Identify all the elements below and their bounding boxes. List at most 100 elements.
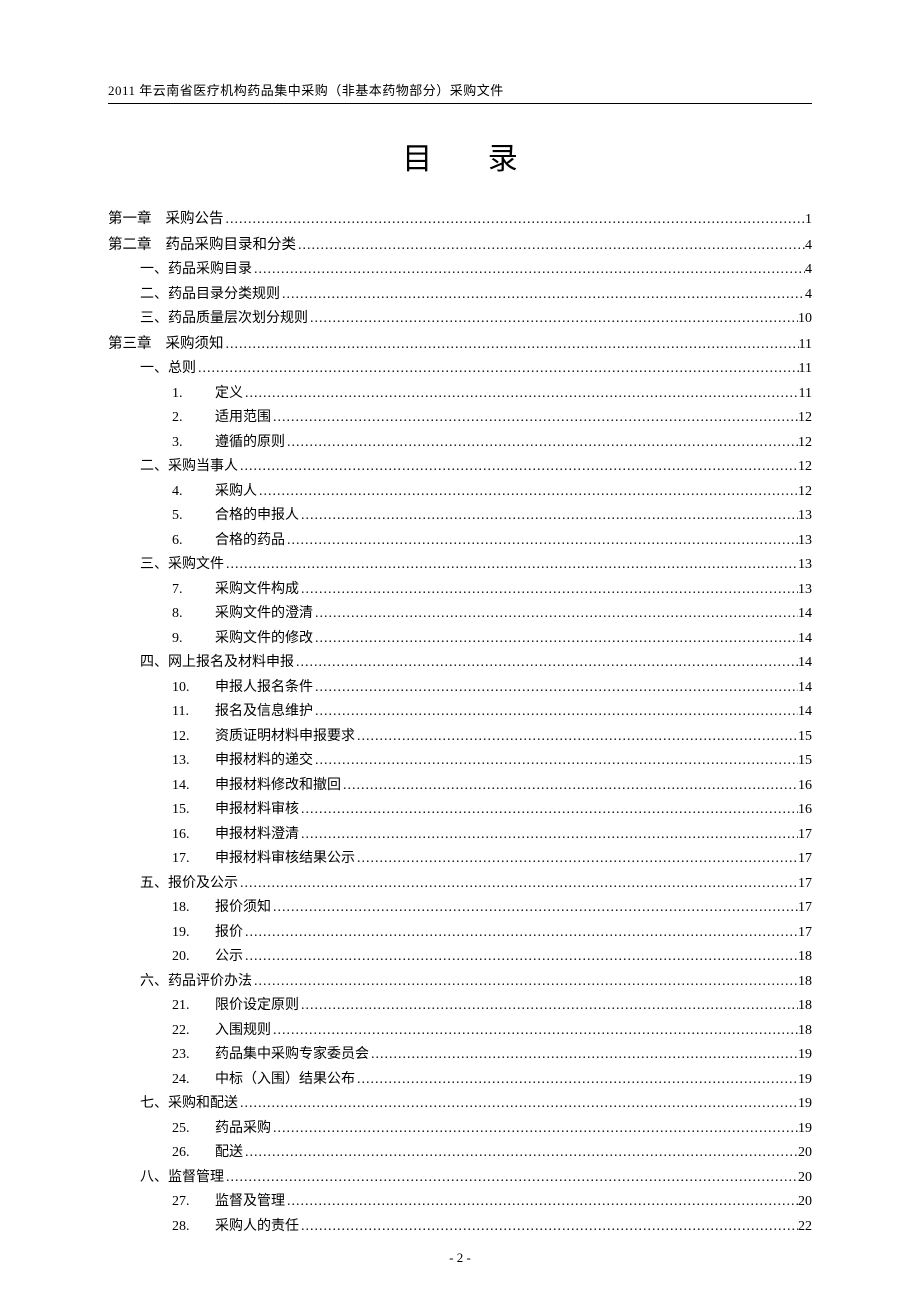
- toc-leader-dots: ........................................…: [299, 803, 798, 817]
- toc-leader-dots: ........................................…: [196, 362, 799, 376]
- toc-entry: 2. 适用范围.................................…: [108, 411, 812, 425]
- chapter-title: 采购须知: [166, 336, 224, 352]
- toc-entry-label: 20. 公示: [172, 950, 243, 964]
- toc-entry-label: 21. 限价设定原则: [172, 999, 299, 1013]
- item-number: 6.: [172, 534, 208, 548]
- toc-entry: 27. 监督及管理...............................…: [108, 1195, 812, 1209]
- item-title: 申报材料审核: [215, 802, 299, 817]
- toc-entry: 13. 申报材料的递交.............................…: [108, 754, 812, 768]
- item-title: 药品集中采购专家委员会: [215, 1047, 369, 1062]
- section-title: 六、药品评价办法: [140, 974, 252, 989]
- toc-entry-label: 25. 药品采购: [172, 1122, 271, 1136]
- toc-page-number: 14: [798, 656, 812, 670]
- toc-page-number: 19: [798, 1073, 812, 1087]
- toc-entry: 25. 药品采购................................…: [108, 1122, 812, 1136]
- toc-entry: 六、药品评价办法................................…: [108, 975, 812, 989]
- toc-leader-dots: ........................................…: [271, 1024, 798, 1038]
- toc-leader-dots: ........................................…: [313, 754, 798, 768]
- toc-entry-label: 3. 遵循的原则: [172, 436, 285, 450]
- item-title: 限价设定原则: [215, 998, 299, 1013]
- toc-entry-label: 三、药品质量层次划分规则: [140, 312, 308, 326]
- item-number: 8.: [172, 607, 208, 621]
- toc-entry-label: 八、监督管理: [140, 1171, 224, 1185]
- toc-leader-dots: ........................................…: [369, 1048, 798, 1062]
- toc-page-number: 11: [799, 338, 812, 352]
- toc-entry-label: 2. 适用范围: [172, 411, 271, 425]
- toc-entry: 5. 合格的申报人...............................…: [108, 509, 812, 523]
- item-number: 15.: [172, 803, 208, 817]
- toc-entry-label: 七、采购和配送: [140, 1097, 238, 1111]
- toc-entry: 七、采购和配送.................................…: [108, 1097, 812, 1111]
- toc-page-number: 12: [798, 411, 812, 425]
- item-title: 报价: [215, 925, 243, 940]
- toc-entry-label: 18. 报价须知: [172, 901, 271, 915]
- item-number: 5.: [172, 509, 208, 523]
- toc-page-number: 19: [798, 1122, 812, 1136]
- toc-page-number: 13: [798, 558, 812, 572]
- toc-page-number: 13: [798, 534, 812, 548]
- toc-entry-label: 22. 入围规则: [172, 1024, 271, 1038]
- toc-entry: 19. 报价..................................…: [108, 926, 812, 940]
- item-title: 申报材料澄清: [215, 827, 299, 842]
- toc-entry: 7. 采购文件构成...............................…: [108, 583, 812, 597]
- toc-leader-dots: ........................................…: [243, 387, 799, 401]
- item-number: 19.: [172, 926, 208, 940]
- section-title: 一、总则: [140, 361, 196, 376]
- section-title: 八、监督管理: [140, 1170, 224, 1185]
- toc-page-number: 19: [798, 1048, 812, 1062]
- item-title: 公示: [215, 949, 243, 964]
- toc-page-number: 14: [798, 705, 812, 719]
- toc-page-number: 17: [798, 877, 812, 891]
- toc-entry-label: 六、药品评价办法: [140, 975, 252, 989]
- toc-entry-label: 12. 资质证明材料申报要求: [172, 730, 355, 744]
- item-title: 监督及管理: [215, 1194, 285, 1209]
- toc-entry: 20. 公示..................................…: [108, 950, 812, 964]
- toc-leader-dots: ........................................…: [224, 1171, 798, 1185]
- toc-entry: 23. 药品集中采购专家委员会.........................…: [108, 1048, 812, 1062]
- item-number: 10.: [172, 681, 208, 695]
- toc-entry-label: 13. 申报材料的递交: [172, 754, 313, 768]
- toc-leader-dots: ........................................…: [280, 288, 805, 302]
- toc-leader-dots: ........................................…: [271, 1122, 798, 1136]
- section-title: 三、药品质量层次划分规则: [140, 311, 308, 326]
- toc-entry-label: 11. 报名及信息维护: [172, 705, 313, 719]
- item-number: 22.: [172, 1024, 208, 1038]
- toc-leader-dots: ........................................…: [257, 485, 798, 499]
- toc-entry: 三、药品质量层次划分规则............................…: [108, 312, 812, 326]
- toc-entry-label: 24. 中标（入围）结果公布: [172, 1073, 355, 1087]
- item-number: 26.: [172, 1146, 208, 1160]
- toc-leader-dots: ........................................…: [299, 999, 798, 1013]
- item-title: 定义: [215, 386, 243, 401]
- item-title: 采购文件的澄清: [215, 606, 313, 621]
- toc-page-number: 10: [798, 312, 812, 326]
- toc-leader-dots: ........................................…: [313, 705, 798, 719]
- toc-leader-dots: ........................................…: [355, 1073, 798, 1087]
- toc-leader-dots: ........................................…: [285, 436, 798, 450]
- toc-entry-label: 23. 药品集中采购专家委员会: [172, 1048, 369, 1062]
- toc-page-number: 18: [798, 975, 812, 989]
- toc-entry-label: 第二章药品采购目录和分类: [108, 238, 296, 253]
- toc-entry: 二、药品目录分类规则..............................…: [108, 288, 812, 302]
- item-title: 遵循的原则: [215, 435, 285, 450]
- item-title: 报名及信息维护: [215, 704, 313, 719]
- toc-page-number: 17: [798, 926, 812, 940]
- toc-page-number: 18: [798, 999, 812, 1013]
- section-title: 五、报价及公示: [140, 876, 238, 891]
- item-title: 申报材料修改和撤回: [215, 778, 341, 793]
- toc-entry-label: 第三章采购须知: [108, 337, 224, 352]
- item-title: 采购文件构成: [215, 582, 299, 597]
- item-title: 采购人的责任: [215, 1219, 299, 1234]
- section-title: 三、采购文件: [140, 557, 224, 572]
- toc-leader-dots: ........................................…: [355, 730, 798, 744]
- toc-page-number: 22: [798, 1220, 812, 1234]
- toc-page-number: 13: [798, 509, 812, 523]
- toc-entry: 8. 采购文件的澄清..............................…: [108, 607, 812, 621]
- toc-entry: 15. 申报材料审核..............................…: [108, 803, 812, 817]
- item-title: 配送: [215, 1145, 243, 1160]
- toc-leader-dots: ........................................…: [238, 877, 798, 891]
- item-title: 报价须知: [215, 900, 271, 915]
- toc-leader-dots: ........................................…: [299, 509, 798, 523]
- toc-page-number: 12: [798, 485, 812, 499]
- toc-entry: 16. 申报材料澄清..............................…: [108, 828, 812, 842]
- chapter-title: 采购公告: [166, 211, 224, 227]
